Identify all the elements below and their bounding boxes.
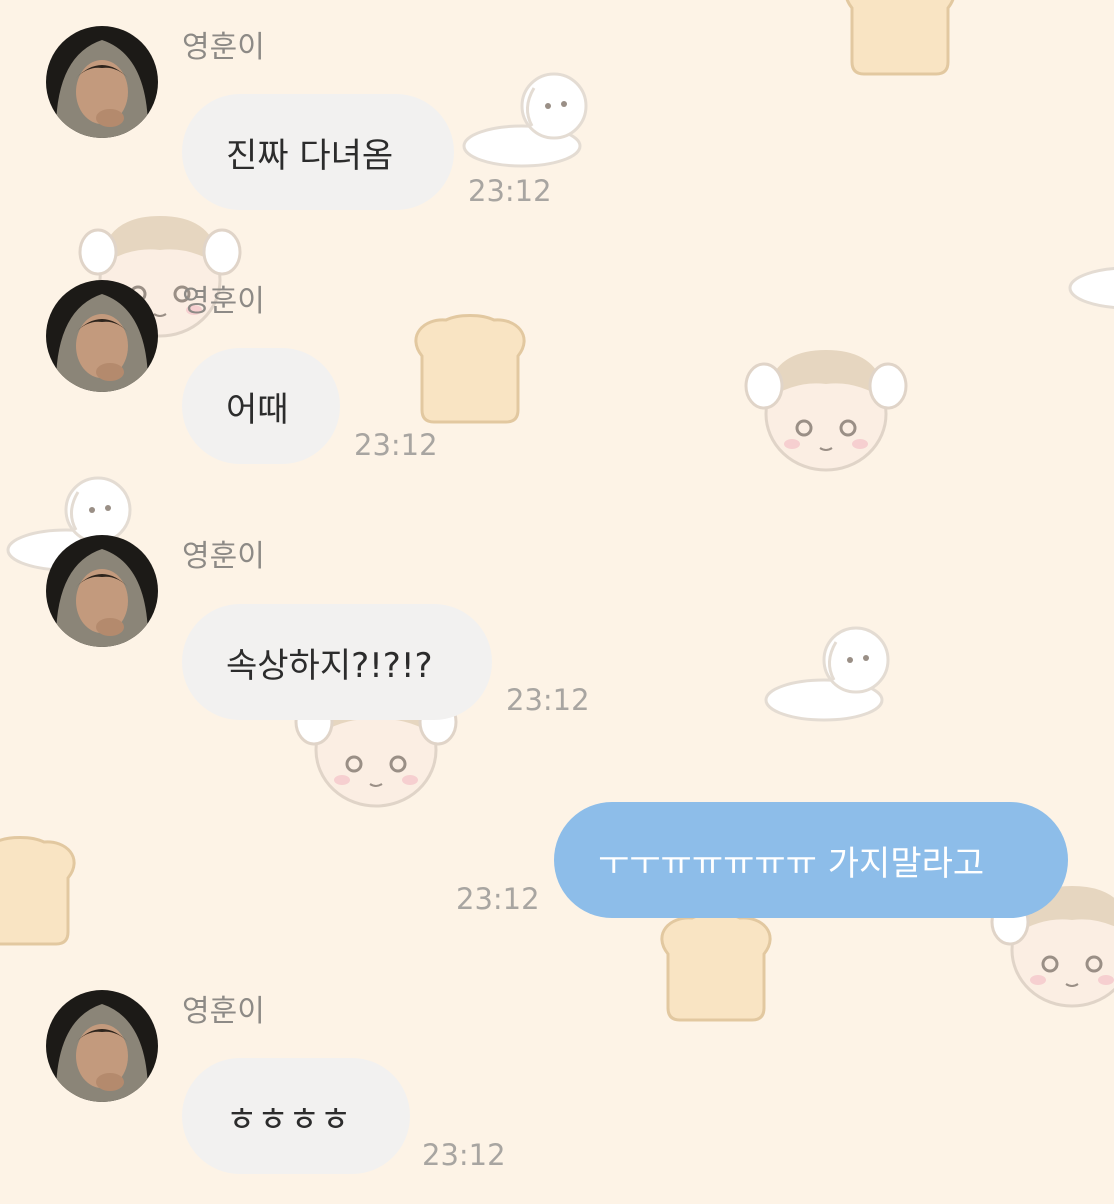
message-text: 속상하지?!?!? — [226, 645, 433, 686]
profile-photo — [46, 990, 158, 1102]
message-time: 23:12 — [456, 882, 540, 916]
message-text: ㅎㅎㅎㅎ — [226, 1099, 352, 1140]
message-text: ㅜㅜㅠㅠㅠㅠㅠ 가지말라고 — [598, 843, 985, 884]
sender-name: 영훈이 — [182, 30, 265, 65]
profile-photo — [46, 535, 158, 647]
message-time: 23:12 — [354, 428, 438, 462]
profile-photo — [46, 26, 158, 138]
message-text: 어때 — [226, 389, 289, 430]
message-bubble-incoming[interactable]: 어때 — [182, 348, 340, 464]
avatar[interactable] — [46, 26, 158, 138]
chat-log: 영훈이 진짜 다녀옴 23:12 영훈이 어때 23:12 영훈이 속상하지?!… — [0, 0, 1114, 1200]
sender-name: 영훈이 — [182, 994, 265, 1029]
avatar[interactable] — [46, 280, 158, 392]
sender-name: 영훈이 — [182, 284, 265, 319]
message-bubble-incoming[interactable]: 진짜 다녀옴 — [182, 94, 454, 210]
avatar[interactable] — [46, 535, 158, 647]
avatar[interactable] — [46, 990, 158, 1102]
message-bubble-outgoing[interactable]: ㅜㅜㅠㅠㅠㅠㅠ 가지말라고 — [554, 802, 1068, 918]
message-bubble-incoming[interactable]: ㅎㅎㅎㅎ — [182, 1058, 410, 1174]
message-bubble-incoming[interactable]: 속상하지?!?!? — [182, 604, 492, 720]
message-time: 23:12 — [468, 174, 552, 208]
message-time: 23:12 — [422, 1138, 506, 1172]
profile-photo — [46, 280, 158, 392]
message-text: 진짜 다녀옴 — [226, 135, 394, 176]
sender-name: 영훈이 — [182, 539, 265, 574]
message-time: 23:12 — [506, 683, 590, 717]
